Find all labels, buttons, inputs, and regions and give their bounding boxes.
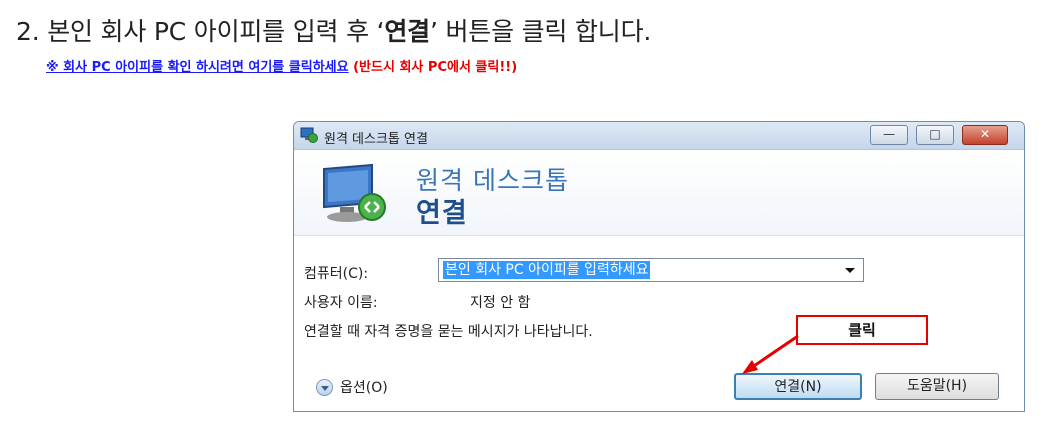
dialog-header: 원격 데스크톱 연결 [294,151,1024,235]
close-button[interactable]: ✕ [962,125,1008,145]
username-value: 지정 안 함 [470,295,531,311]
credential-info-text: 연결할 때 자격 증명을 묻는 메시지가 나타납니다. [304,324,593,340]
help-button[interactable]: 도움말(H) [875,373,999,400]
step-text-end: ’ 버튼을 클릭 합니다. [429,17,652,46]
minimize-button[interactable]: — [870,125,908,145]
step-instruction: 2. 본인 회사 PC 아이피를 입력 후 ‘연결’ 버튼을 클릭 합니다. [16,12,651,48]
click-callout: 클릭 [796,315,928,345]
options-label[interactable]: 옵션(O) [340,377,388,397]
check-ip-link[interactable]: ※ 회사 PC 아이피를 확인 하시려면 여기를 클릭하세요 [46,60,349,75]
expand-circle-icon[interactable] [316,379,333,396]
connect-button[interactable]: 연결(N) [734,373,862,400]
computer-combobox[interactable]: 본인 회사 PC 아이피를 입력하세요 [438,258,864,282]
step-bold-word: 연결 [384,17,430,46]
header-title: 연결 [416,198,468,229]
chevron-down-icon[interactable] [845,268,855,273]
step-text: 2. 본인 회사 PC 아이피를 입력 후 ‘ [16,17,385,46]
notice-line: ※ 회사 PC 아이피를 확인 하시려면 여기를 클릭하세요 (반드시 회사 P… [46,56,517,75]
remote-desktop-icon [300,127,318,143]
warning-text: (반드시 회사 PC에서 클릭!!) [348,60,518,75]
maximize-button[interactable]: □ [916,125,954,145]
username-label: 사용자 이름: [304,295,378,311]
title-bar[interactable]: 원격 데스크톱 연결 — □ ✕ [294,122,1024,150]
computer-label: 컴퓨터(C): [304,266,369,282]
computer-input-value[interactable]: 본인 회사 PC 아이피를 입력하세요 [443,261,651,279]
window-title: 원격 데스크톱 연결 [324,132,428,147]
remote-desktop-dialog: 원격 데스크톱 연결 — □ ✕ 원격 데스크톱 연결 컴퓨터(C): 본인 회… [293,121,1025,412]
monitor-icon [323,163,386,222]
